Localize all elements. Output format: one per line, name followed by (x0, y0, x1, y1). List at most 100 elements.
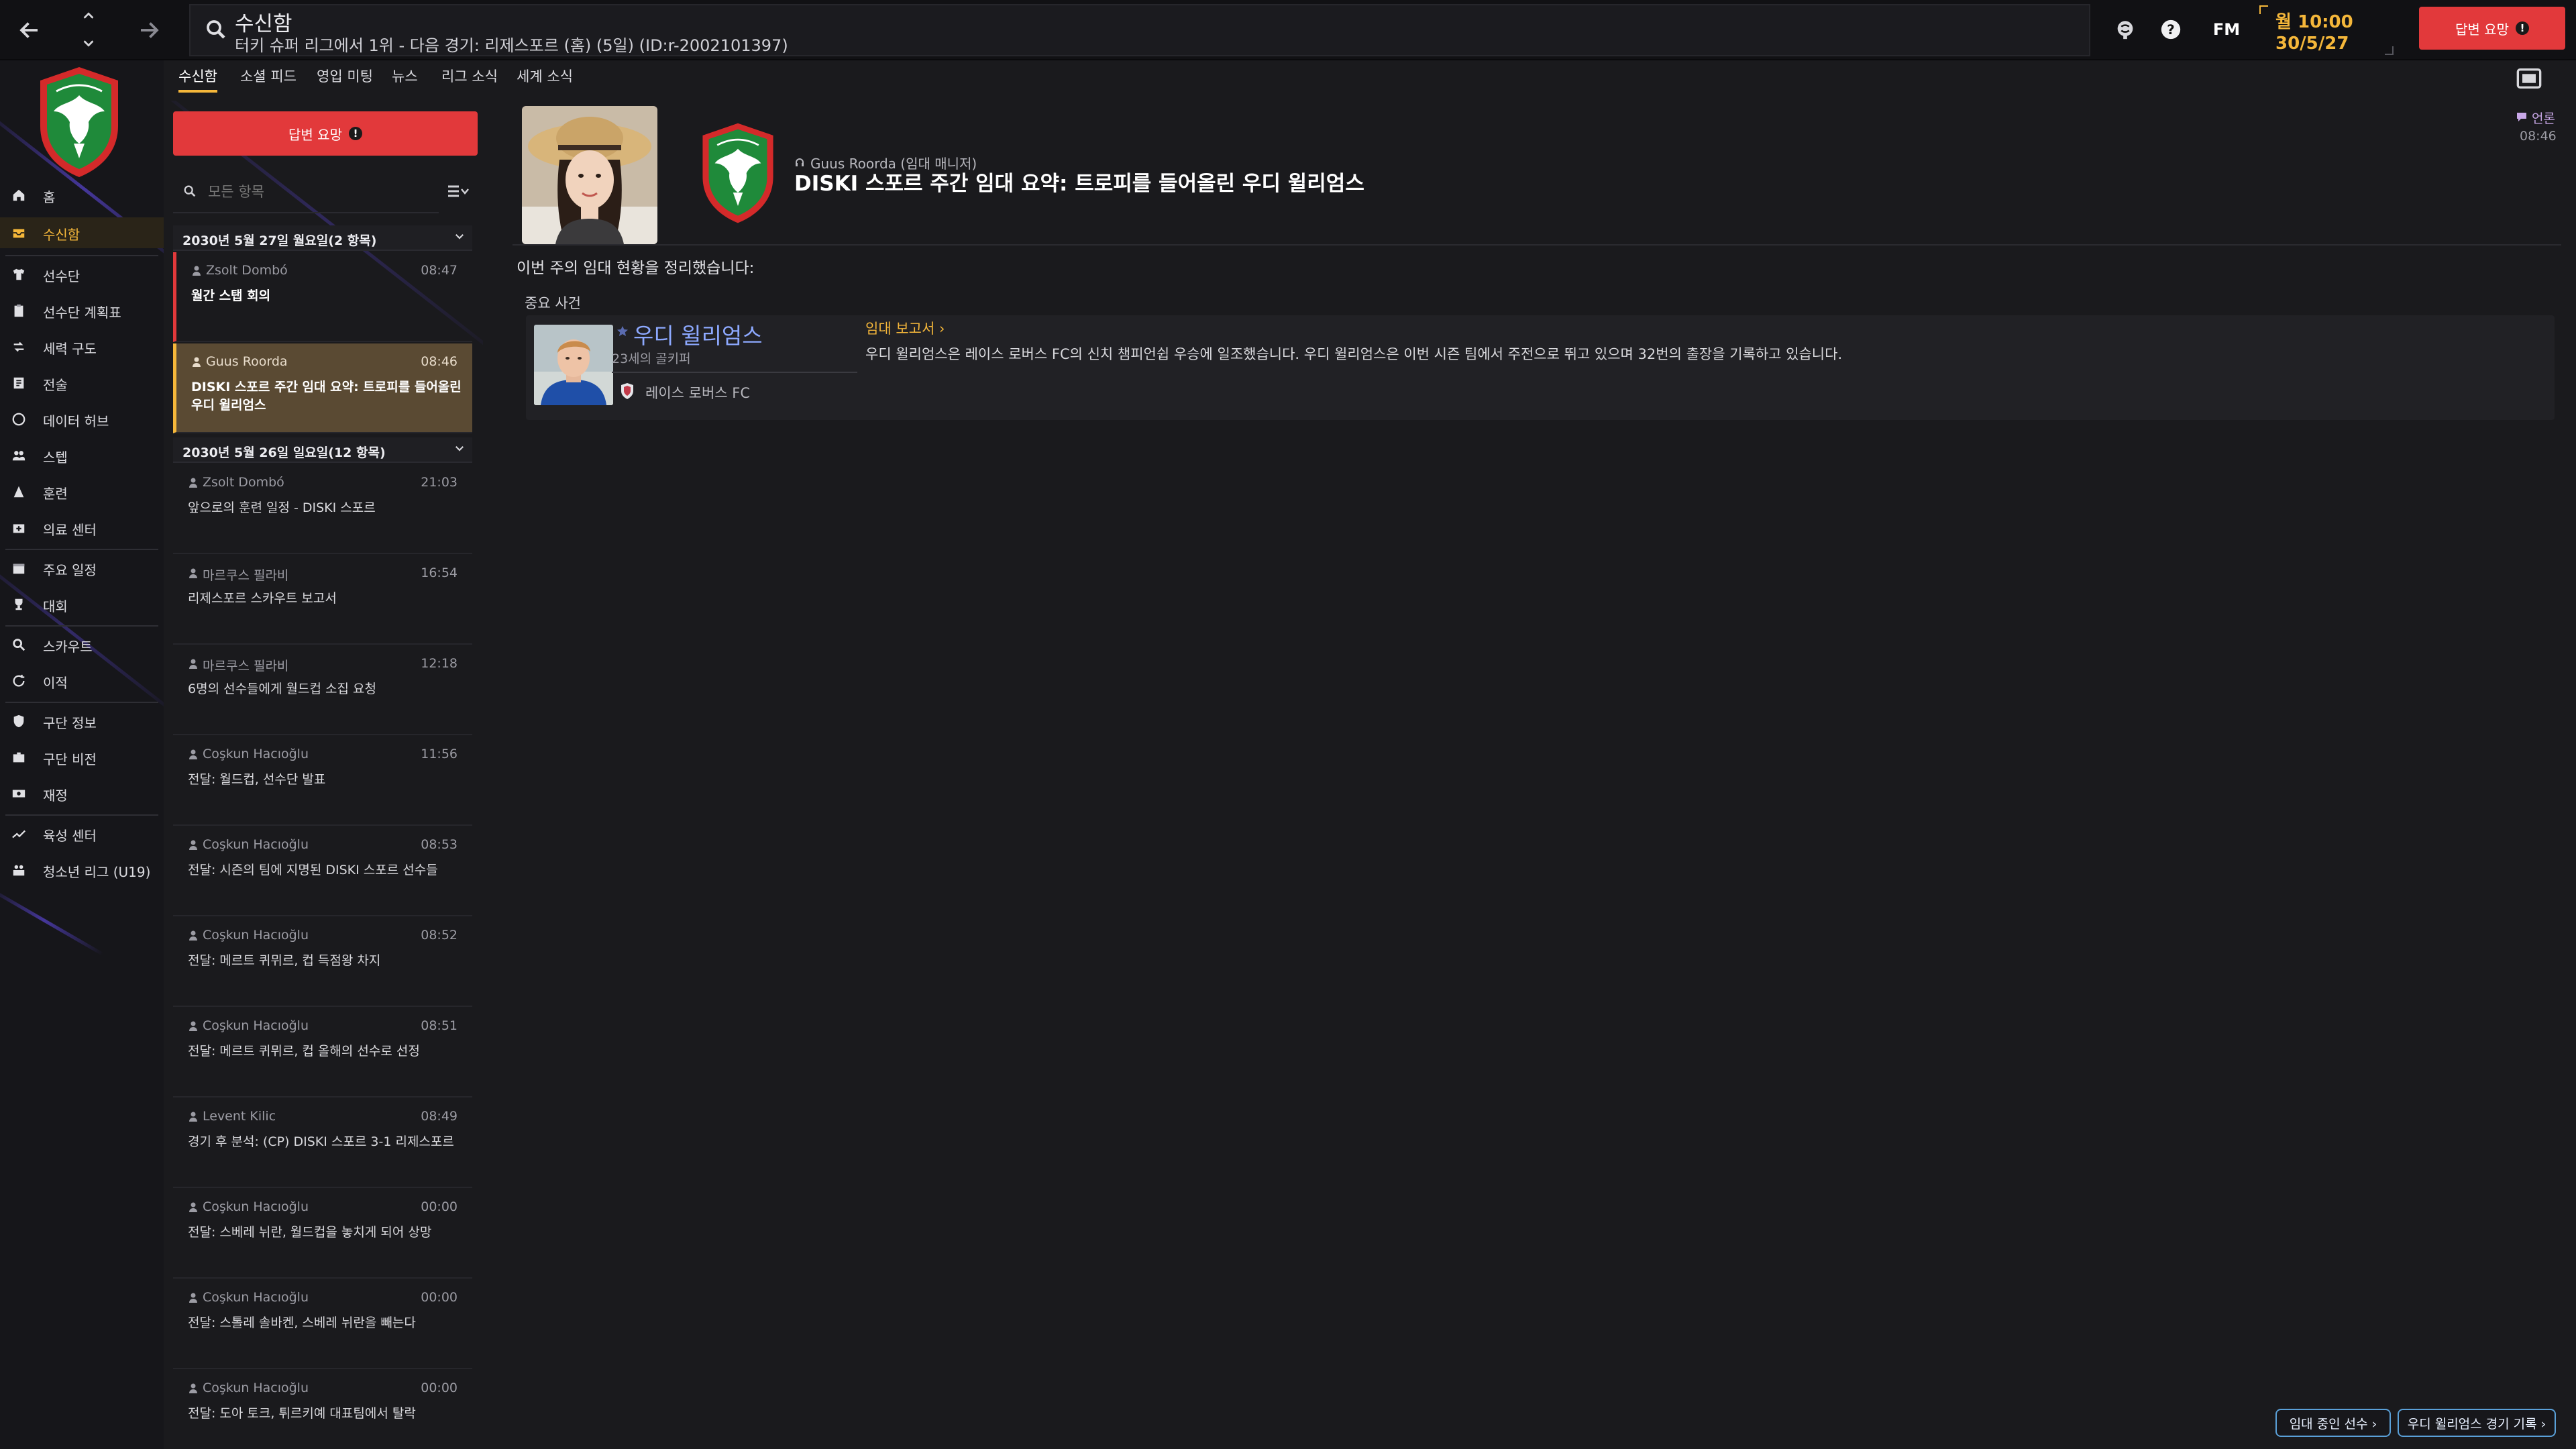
date-time-display[interactable]: 월 10:00 30/5/27 (2259, 5, 2394, 55)
message-item[interactable]: Levent Kilic 08:49 경기 후 분석: (CP) DISKI 스… (173, 1098, 472, 1188)
message-sender: Levent Kilic (203, 1109, 276, 1124)
sender-avatar[interactable] (522, 106, 657, 244)
player-info: 23세의 골키퍼 (612, 352, 691, 366)
scout-icon (11, 637, 27, 653)
message-item[interactable]: Zsolt Dombó 08:47 월간 스탭 회의 (173, 252, 472, 342)
message-item[interactable]: Coşkun Hacıoğlu 08:52 전달: 메르트 퀴뮈르, 컵 득점왕… (173, 917, 472, 1007)
sidebar-item-transfers[interactable]: 이적 (0, 665, 164, 696)
tab-league-news[interactable]: 리그 소식 (441, 66, 498, 93)
message-time: 00:00 (421, 1381, 458, 1395)
sidebar-item-finance[interactable]: 재정 (0, 778, 164, 809)
player-photo[interactable] (534, 325, 613, 405)
person-icon (188, 477, 199, 488)
sidebar-item-training[interactable]: 훈련 (0, 476, 164, 507)
person-icon (188, 658, 199, 669)
message-list-panel: 답변 요망 ! 2030년 5월 27일 월요일(2 항목) Zsolt Dom… (168, 101, 483, 1449)
message-item[interactable]: Coşkun Hacıoğlu 08:53 전달: 시즌의 팀에 지명된 DIS… (173, 826, 472, 916)
person-icon (188, 930, 199, 941)
current-date: 30/5/27 (2275, 34, 2349, 54)
nav-divider (5, 814, 158, 816)
sidebar-item-label: 청소년 리그 (U19) (43, 864, 151, 880)
club-crest-icon (620, 382, 636, 401)
sidebar-item-club-vision[interactable]: 구단 비전 (0, 742, 164, 773)
sidebar-item-development[interactable]: 육성 센터 (0, 818, 164, 849)
sidebar-item-club-info[interactable]: 구단 정보 (0, 706, 164, 737)
star-icon[interactable] (616, 325, 631, 339)
sidebar-item-youth-league[interactable]: 청소년 리그 (U19) (0, 855, 164, 885)
message-item-selected[interactable]: Guus Roorda 08:46 DISKI 스포르 주간 임대 요약: 트로… (173, 343, 472, 433)
list-continue-button[interactable]: 답변 요망 ! (173, 111, 478, 156)
message-sender: Guus Roorda (206, 354, 288, 369)
continue-button[interactable]: 답변 요망 ! (2419, 7, 2565, 50)
tab-world-news[interactable]: 세계 소식 (517, 66, 573, 93)
filter-menu-icon[interactable] (439, 169, 478, 213)
development-icon (11, 826, 27, 842)
player-club-link[interactable]: 레이스 로버스 FC (645, 382, 750, 402)
help-icon[interactable]: ? (2156, 15, 2186, 44)
back-arrow-icon[interactable] (9, 12, 50, 48)
tab-social-feed[interactable]: 소셜 피드 (240, 66, 297, 93)
list-search[interactable] (173, 169, 439, 213)
player-name-link[interactable]: 우디 윌리엄스 (633, 318, 763, 350)
sidebar-item-dynamics[interactable]: 세력 구도 (0, 331, 164, 362)
forward-arrow-icon[interactable] (129, 12, 169, 48)
sidebar-item-squad[interactable]: 선수단 (0, 259, 164, 290)
loaned-players-button[interactable]: 임대 중인 선수 › (2275, 1409, 2391, 1437)
loan-report-link[interactable]: 임대 보고서 › (865, 318, 945, 338)
sidebar-item-competitions[interactable]: 대회 (0, 589, 164, 620)
press-reaction-button[interactable]: 언론 (2516, 109, 2555, 127)
message-item[interactable]: Coşkun Hacıoğlu 08:51 전달: 메르트 퀴뮈르, 컵 올해의… (173, 1008, 472, 1097)
message-item[interactable]: Coşkun Hacıoğlu 11:56 전달: 월드컵, 선수단 발표 (173, 736, 472, 826)
message-item[interactable]: Coşkun Hacıoğlu 00:00 전달: 스베레 뉘란, 월드컵을 놓… (173, 1189, 472, 1279)
message-time: 08:53 (421, 837, 458, 852)
sidebar-item-medical[interactable]: 의료 센터 (0, 513, 164, 543)
screenshot-icon[interactable] (2516, 67, 2542, 91)
chevron-down-icon[interactable] (74, 31, 103, 55)
player-match-record-button[interactable]: 우디 윌리엄스 경기 기록 › (2398, 1409, 2556, 1437)
date-group-header[interactable]: 2030년 5월 26일 일요일(12 항목) (173, 437, 472, 463)
message-subject: 전달: 스톨레 솔바켄, 스베레 뉘란을 빼는다 (188, 1316, 416, 1330)
message-time: 16:54 (421, 566, 458, 580)
message-item[interactable]: 마르쿠스 필라비 12:18 6명의 선수들에게 월드컵 소집 요청 (173, 645, 472, 735)
sidebar-item-label: 홈 (43, 189, 56, 205)
message-item[interactable]: Zsolt Dombó 21:03 앞으로의 훈련 일정 - DISKI 스포르 (173, 464, 472, 554)
data-hub-icon (11, 411, 27, 427)
title-search-box[interactable]: 수신함 터키 슈퍼 리그에서 1위 - 다음 경기: 리제스포르 (홈) (5일… (189, 4, 2090, 56)
sidebar-item-tactics[interactable]: 전술 (0, 368, 164, 398)
sidebar-item-schedule[interactable]: 주요 일정 (0, 553, 164, 584)
detail-divider (513, 244, 2561, 246)
person-icon (188, 1383, 199, 1393)
club-logo[interactable] (36, 64, 122, 180)
club-vision-icon (11, 749, 27, 765)
sidebar-item-squad-planner[interactable]: 선수단 계획표 (0, 295, 164, 326)
fm-menu-button[interactable]: FM (2204, 15, 2249, 44)
sidebar-item-inbox[interactable]: 수신함 (0, 217, 164, 248)
date-group-label: 2030년 5월 27일 월요일(2 항목) (182, 233, 377, 248)
sidebar-item-scouting[interactable]: 스카우트 (0, 629, 164, 660)
tab-recruitment-meetings[interactable]: 영입 미팅 (317, 66, 373, 93)
message-item[interactable]: 마르쿠스 필라비 16:54 리제스포르 스카우트 보고서 (173, 555, 472, 645)
trophy-icon (11, 596, 27, 612)
top-bar: 수신함 터키 슈퍼 리그에서 1위 - 다음 경기: 리제스포르 (홈) (5일… (0, 0, 2576, 60)
message-item[interactable]: Coşkun Hacıoğlu 00:00 전달: 스톨레 솔바켄, 스베레 뉘… (173, 1279, 472, 1369)
club-logo[interactable] (699, 121, 777, 225)
message-sender: Coşkun Hacıoğlu (203, 1018, 309, 1033)
chevron-up-icon[interactable] (74, 4, 103, 28)
person-icon (191, 356, 202, 367)
date-group-header[interactable]: 2030년 5월 27일 월요일(2 항목) (173, 225, 472, 251)
message-sender: Coşkun Hacıoğlu (203, 837, 309, 852)
message-time: 08:46 (2520, 129, 2557, 144)
brain-icon[interactable] (2110, 15, 2140, 44)
sidebar-item-home[interactable]: 홈 (0, 180, 164, 211)
sidebar-item-data-hub[interactable]: 데이터 허브 (0, 404, 164, 435)
list-search-input[interactable] (207, 178, 428, 205)
search-icon (204, 17, 231, 44)
tab-inbox[interactable]: 수신함 (178, 66, 217, 93)
tab-news[interactable]: 뉴스 (392, 66, 418, 93)
message-subject: 전달: 시즌의 팀에 지명된 DISKI 스포르 선수들 (188, 863, 438, 877)
person-icon (188, 1111, 199, 1122)
sidebar-item-staff[interactable]: 스텝 (0, 440, 164, 471)
tactics-icon (11, 375, 27, 391)
home-icon (11, 187, 27, 203)
message-item[interactable]: Coşkun Hacıoğlu 00:00 전달: 도아 토크, 튀르키예 대표… (173, 1370, 472, 1449)
